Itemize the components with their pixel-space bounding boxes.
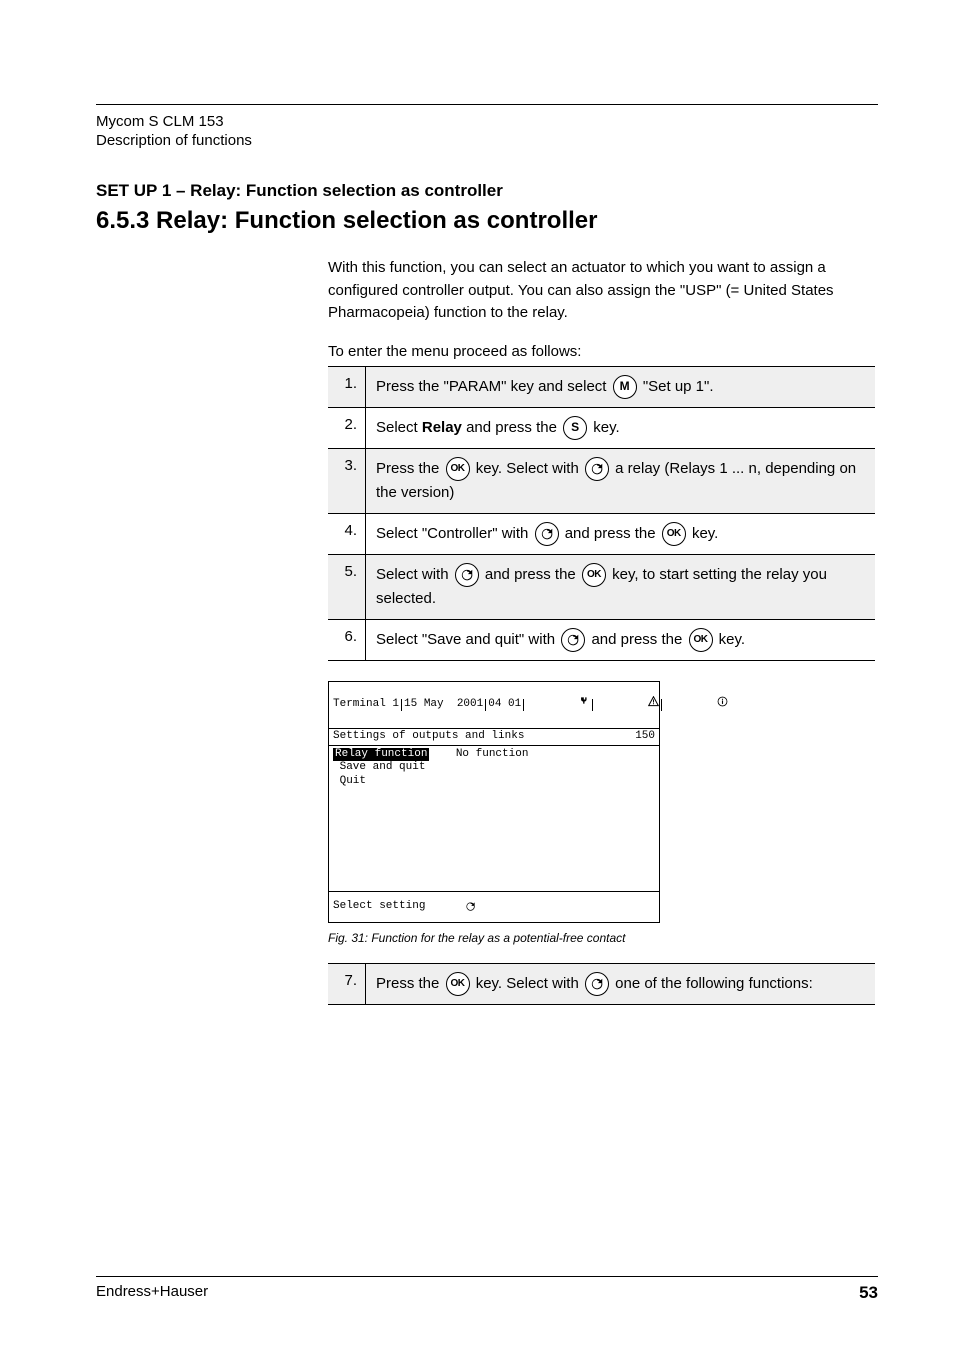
step-row: 7. Press the OK key. Select with one of … — [328, 963, 875, 1005]
step-body: Select Relay and press the S key. — [366, 408, 875, 448]
section-path: SET UP 1 – Relay: Function selection as … — [96, 181, 878, 201]
terminal-screenshot: Terminal 1 15 May 2001 04 01 Settings of… — [328, 681, 660, 923]
step-text: and press the — [466, 419, 561, 436]
step-text: Select "Controller" with — [376, 525, 533, 542]
step-text: one of the following functions: — [615, 975, 813, 992]
page: Mycom S CLM 153 Description of functions… — [0, 0, 954, 1351]
step-text: key. Select with — [476, 460, 583, 477]
step-row: 6. Select "Save and quit" with and press… — [328, 620, 875, 661]
step-number: 1. — [328, 367, 366, 407]
terminal-footer: Select setting — [329, 891, 659, 922]
step-number: 3. — [328, 449, 366, 513]
step-text: Press the "PARAM" key and select — [376, 378, 611, 395]
step-text: key. — [692, 525, 718, 542]
step-body: Select with and press the OK key, to sta… — [366, 555, 875, 619]
terminal-subtitle-row: Settings of outputs and links 150 — [329, 729, 659, 746]
steps-table: 1. Press the "PARAM" key and select M "S… — [328, 366, 875, 661]
figure-caption: Fig. 31: Function for the relay as a pot… — [328, 931, 878, 945]
doc-subtitle: Description of functions — [96, 132, 878, 149]
header-rule — [96, 104, 878, 105]
step-text: key. — [719, 631, 745, 648]
terminal-body: Relay function No function Save and quit… — [329, 746, 659, 791]
ok-icon: OK — [662, 522, 686, 546]
step-row: 1. Press the "PARAM" key and select M "S… — [328, 366, 875, 408]
to-enter-label: To enter the menu proceed as follows: — [328, 343, 875, 360]
step-text: and press the — [565, 525, 660, 542]
footer-company: Endress+Hauser — [96, 1283, 208, 1303]
rotate-icon — [585, 972, 609, 996]
terminal-header: Terminal 1 15 May 2001 04 01 — [329, 682, 659, 729]
step-text: key. — [593, 419, 619, 436]
step-text: Select "Save and quit" with — [376, 631, 559, 648]
ok-icon: OK — [582, 563, 606, 587]
menu-item: Save and quit — [333, 761, 655, 775]
step-row: 5. Select with and press the OK key, to … — [328, 555, 875, 620]
step-body: Press the OK key. Select with a relay (R… — [366, 449, 875, 513]
rotate-icon — [561, 628, 585, 652]
section-heading: 6.5.3 Relay: Function selection as contr… — [96, 207, 878, 235]
step-text: key. Select with — [476, 975, 583, 992]
step-text: and press the — [485, 566, 580, 583]
step-body: Select "Save and quit" with and press th… — [366, 620, 875, 660]
s-icon: S — [563, 416, 587, 440]
page-footer: Endress+Hauser 53 — [96, 1276, 878, 1303]
footer-rule — [96, 1276, 878, 1277]
step-text: Press the — [376, 975, 444, 992]
rotate-icon — [455, 563, 479, 587]
step-text: Press the — [376, 460, 444, 477]
step-body: Press the "PARAM" key and select M "Set … — [366, 367, 875, 407]
doc-title: Mycom S CLM 153 — [96, 113, 878, 130]
info-icon — [664, 683, 728, 727]
step-text: Select — [376, 419, 422, 436]
ok-icon: OK — [689, 628, 713, 652]
step-number: 6. — [328, 620, 366, 660]
step-number: 2. — [328, 408, 366, 448]
step-body: Select "Controller" with and press the O… — [366, 514, 875, 554]
page-number: 53 — [859, 1283, 878, 1303]
step-number: 7. — [328, 964, 366, 1004]
warning-icon — [595, 683, 659, 727]
steps-table-2: 7. Press the OK key. Select with one of … — [328, 963, 875, 1005]
m-icon: M — [613, 375, 637, 399]
step-body: Press the OK key. Select with one of the… — [366, 964, 875, 1004]
intro-paragraph: With this function, you can select an ac… — [328, 257, 868, 325]
ok-icon: OK — [446, 972, 470, 996]
ok-icon: OK — [446, 457, 470, 481]
step-text: Select with — [376, 566, 453, 583]
step-row: 3. Press the OK key. Select with a relay… — [328, 449, 875, 514]
rotate-icon — [465, 901, 476, 912]
rotate-icon — [535, 522, 559, 546]
step-row: 2. Select Relay and press the S key. — [328, 408, 875, 449]
connector-icon — [526, 683, 590, 727]
step-text: "Set up 1". — [643, 378, 714, 395]
step-row: 4. Select "Controller" with and press th… — [328, 514, 875, 555]
step-number: 4. — [328, 514, 366, 554]
step-number: 5. — [328, 555, 366, 619]
menu-item: Quit — [333, 775, 655, 789]
selected-item: Relay function — [333, 748, 429, 762]
step-text: and press the — [591, 631, 686, 648]
rotate-icon — [585, 457, 609, 481]
